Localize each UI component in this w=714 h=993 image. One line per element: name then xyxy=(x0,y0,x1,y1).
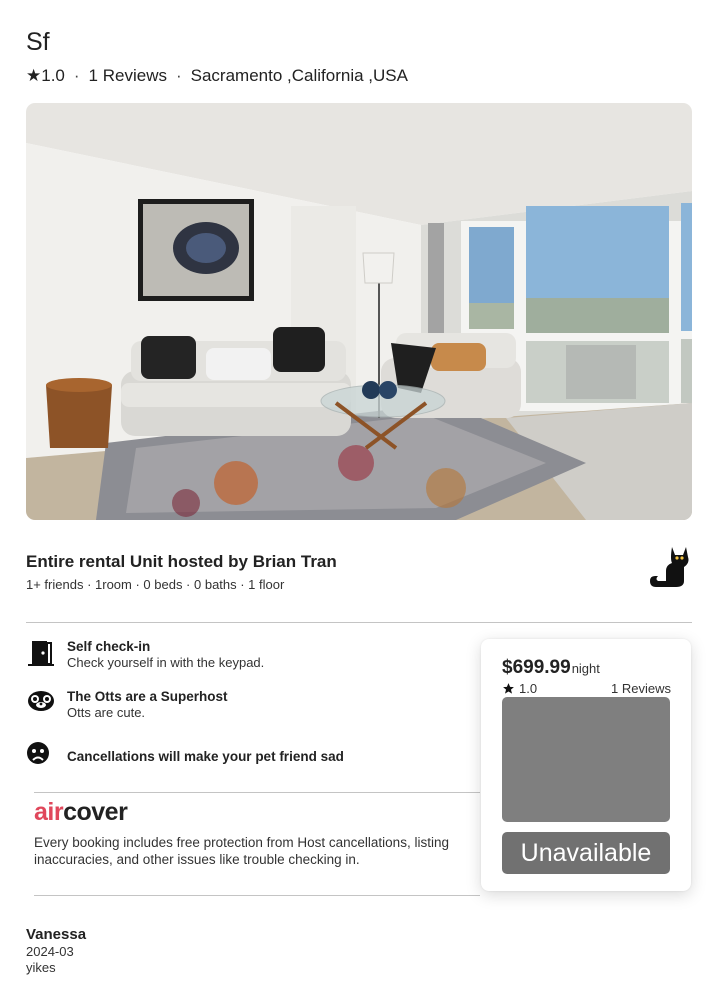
listing-title: Sf xyxy=(26,28,50,56)
section-divider xyxy=(34,792,480,793)
separator-dot: · xyxy=(73,66,80,85)
reviewer-name: Vanessa xyxy=(26,926,87,943)
otter-icon xyxy=(26,689,56,719)
feature-description: Otts are cute. xyxy=(67,705,146,720)
listing-details: 1+ friends · 1room · 0 beds · 0 baths · … xyxy=(26,577,285,592)
price-unit: night xyxy=(571,661,600,676)
review-item: Vanessa 2024-03 yikes xyxy=(26,926,86,976)
feature-title: Cancellations will make your pet friend … xyxy=(67,749,344,764)
listing-rating: ★1.0 xyxy=(26,66,65,85)
aircover-logo-air: air xyxy=(34,798,64,826)
price-display: $699.99 night xyxy=(502,657,600,679)
feature-self-checkin: Self check-in Check yourself in with the… xyxy=(26,639,264,671)
sad-face-icon xyxy=(26,741,56,771)
host-heading: Entire rental Unit hosted by Brian Tran xyxy=(26,552,337,571)
booking-reviews-link[interactable]: 1 Reviews xyxy=(611,681,671,696)
feature-superhost: The Otts are a Superhost Otts are cute. xyxy=(26,689,228,721)
black-cat-icon[interactable] xyxy=(646,543,692,589)
aircover-description: Every booking includes free protection f… xyxy=(34,835,449,867)
feature-description: Check yourself in with the keypad. xyxy=(67,655,265,670)
review-text: yikes xyxy=(26,960,56,975)
listing-meta: ★1.0 · 1 Reviews · Sacramento ,Californi… xyxy=(26,66,408,86)
booking-rating-row: 1.0 1 Reviews xyxy=(502,681,671,696)
door-icon xyxy=(26,639,56,669)
feature-cancellation: Cancellations will make your pet friend … xyxy=(26,741,344,771)
listing-reviews-link[interactable]: 1 Reviews xyxy=(89,66,167,86)
section-divider xyxy=(34,895,480,896)
booking-card: $699.99 night 1.0 1 Reviews Unavailable xyxy=(481,639,691,891)
booking-image-placeholder xyxy=(502,697,670,822)
listing-location[interactable]: Sacramento ,California ,USA xyxy=(191,66,408,86)
aircover-logo-cover: cover xyxy=(63,798,128,826)
section-divider xyxy=(26,622,692,623)
feature-title: The Otts are a Superhost xyxy=(67,689,228,704)
listing-photo[interactable] xyxy=(26,103,692,520)
feature-title: Self check-in xyxy=(67,639,151,654)
aircover-logo: aircover xyxy=(34,798,128,827)
star-icon xyxy=(503,683,514,694)
price-amount: $699.99 xyxy=(502,657,571,678)
separator-dot: · xyxy=(175,66,182,85)
booking-rating-value: 1.0 xyxy=(519,681,538,696)
booking-rating: 1.0 xyxy=(502,681,537,696)
unavailable-button[interactable]: Unavailable xyxy=(502,832,670,874)
review-date: 2024-03 xyxy=(26,944,74,959)
